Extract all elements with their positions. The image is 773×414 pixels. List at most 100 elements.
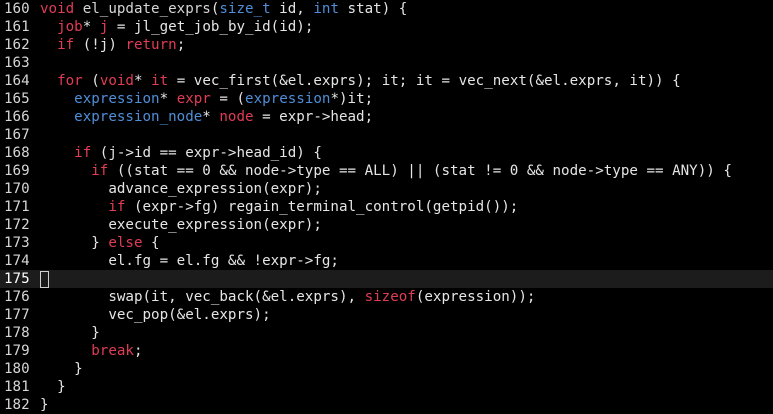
code-line[interactable]: 179 break; (0, 342, 773, 360)
code-token: ; (176, 37, 186, 53)
code-token: id, (270, 1, 314, 17)
line-number: 178 (4, 325, 30, 341)
code-line[interactable]: 176 swap(it, vec_back(&el.exprs), sizeof… (0, 288, 773, 306)
code-token: * (82, 19, 100, 35)
code-token: { (142, 235, 160, 251)
line-code: } (40, 396, 49, 414)
code-line[interactable]: 181 } (0, 378, 773, 396)
code-line[interactable]: 164 for (void* it = vec_first(&el.exprs)… (0, 72, 773, 90)
code-token: int (313, 1, 339, 17)
code-token: advance_expression(expr); (40, 181, 322, 197)
code-line[interactable]: 162 if (!j) return; (0, 36, 773, 54)
text-cursor (40, 271, 49, 288)
code-token: expression (74, 91, 160, 107)
line-code: if (j->id == expr->head_id) { (40, 144, 322, 162)
code-token: (!j) (74, 37, 126, 53)
line-number: 181 (4, 379, 30, 395)
line-number: 160 (4, 1, 30, 17)
code-token: * (202, 109, 220, 125)
code-token: } (40, 325, 100, 341)
line-code: expression* expr = (expression*)it; (40, 90, 373, 108)
code-token: } (40, 379, 66, 395)
code-line[interactable]: 160 void el_update_exprs(size_t id, int s… (0, 0, 773, 18)
code-token: (expr->fg) regain_terminal_control(getpi… (125, 199, 519, 215)
code-token: sizeof (364, 289, 416, 305)
code-line[interactable]: 177 vec_pop(&el.exprs); (0, 306, 773, 324)
code-line[interactable]: 170 advance_expression(expr); (0, 180, 773, 198)
line-code: execute_expression(expr); (40, 216, 322, 234)
code-token: * (159, 91, 177, 107)
code-token: * (133, 73, 152, 89)
line-number: 172 (4, 217, 30, 233)
line-number: 175 (4, 271, 30, 287)
line-number: 180 (4, 361, 30, 377)
code-token: void (99, 73, 134, 89)
code-token: if (108, 199, 126, 215)
line-code: } else { (40, 234, 160, 252)
code-token: el.fg = el.fg && !expr->fg; (40, 253, 339, 269)
line-number: 168 (4, 145, 30, 161)
code-token: (j->id == expr->head_id) { (91, 145, 322, 161)
line-code: if (expr->fg) regain_terminal_control(ge… (40, 198, 518, 216)
code-line[interactable]: 178 } (0, 324, 773, 342)
line-code: vec_pop(&el.exprs); (40, 306, 270, 324)
line-code: advance_expression(expr); (40, 180, 322, 198)
code-token: else (108, 235, 143, 251)
line-code: void el_update_exprs(size_t id, int stat… (40, 0, 407, 18)
line-number: 165 (4, 91, 30, 107)
line-number: 162 (4, 37, 30, 53)
code-line[interactable]: 172 execute_expression(expr); (0, 216, 773, 234)
line-number: 170 (4, 181, 30, 197)
code-token: return (125, 37, 177, 53)
line-number: 173 (4, 235, 30, 251)
line-number: 169 (4, 163, 30, 179)
code-line[interactable]: 175 (0, 270, 773, 288)
line-code: } (40, 378, 66, 396)
line-number: 174 (4, 253, 30, 269)
code-token: } (40, 397, 49, 413)
code-line[interactable]: 169 if ((stat == 0 && node->type == ALL)… (0, 162, 773, 180)
line-number: 166 (4, 109, 30, 125)
code-token: (expression)); (415, 289, 536, 305)
code-token: = vec_first(&el.exprs); it; it = vec_nex… (168, 73, 681, 89)
line-code: if ((stat == 0 && node->type == ALL) || … (40, 162, 732, 180)
code-line[interactable]: 167 (0, 126, 773, 144)
code-line[interactable]: 161 job* j = jl_get_job_by_id(id); (0, 18, 773, 36)
line-number: 161 (4, 19, 30, 35)
code-line[interactable]: 180 } (0, 360, 773, 378)
code-token: node (219, 109, 254, 125)
code-token: = expr->head; (253, 109, 374, 125)
code-token: = ( (210, 91, 246, 107)
line-number: 177 (4, 307, 30, 323)
code-token: if (74, 145, 92, 161)
code-line[interactable]: 166 expression_node* node = expr->head; (0, 108, 773, 126)
code-line[interactable]: 174 el.fg = el.fg && !expr->fg; (0, 252, 773, 270)
line-code: } (40, 360, 83, 378)
code-line[interactable]: 173 } else { (0, 234, 773, 252)
code-line[interactable]: 168 if (j->id == expr->head_id) { (0, 144, 773, 162)
code-editor[interactable]: 160 void el_update_exprs(size_t id, int s… (0, 0, 773, 413)
code-token: stat) { (338, 1, 408, 17)
line-number: 176 (4, 289, 30, 305)
line-code: swap(it, vec_back(&el.exprs), sizeof(exp… (40, 288, 535, 306)
code-token: swap(it, vec_back(&el.exprs), (40, 289, 365, 305)
line-number: 182 (4, 397, 30, 413)
code-line[interactable]: 171 if (expr->fg) regain_terminal_contro… (0, 198, 773, 216)
code-line[interactable]: 165 expression* expr = (expression*)it; (0, 90, 773, 108)
code-line[interactable]: 163 (0, 54, 773, 72)
code-token: job (57, 19, 83, 35)
line-code: if (!j) return; (40, 36, 185, 54)
code-line[interactable]: 182} (0, 396, 773, 414)
code-token: it (151, 73, 169, 89)
code-token: expr (176, 91, 211, 107)
code-token: ((stat == 0 && node->type == ALL) || (st… (108, 163, 732, 179)
